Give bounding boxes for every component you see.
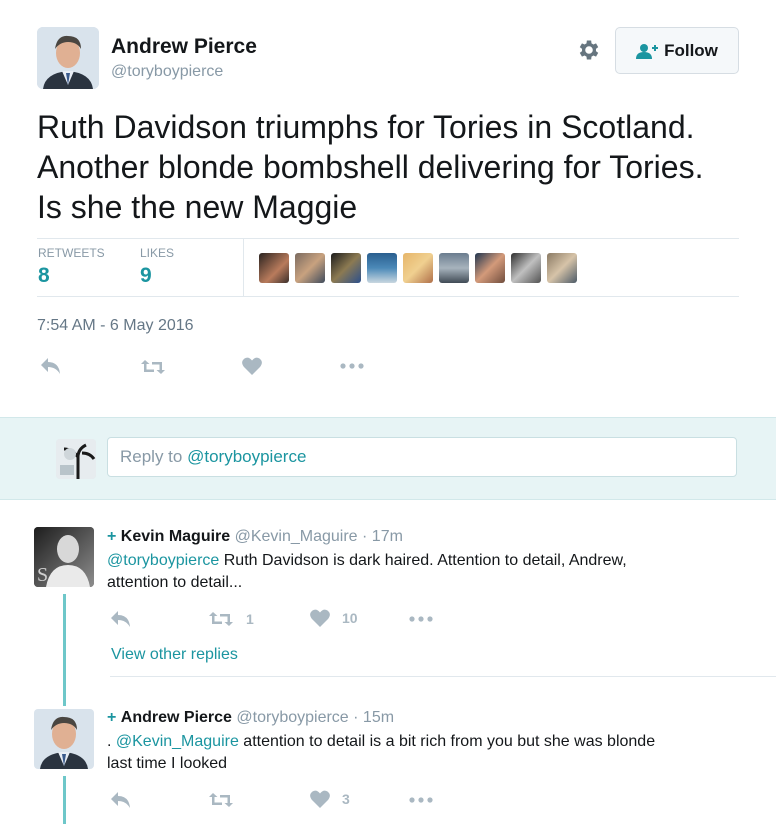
reply-author-name[interactable]: Andrew Pierce xyxy=(121,709,232,726)
liker-avatars xyxy=(259,253,577,283)
more-icon[interactable] xyxy=(409,797,433,803)
retweet-icon[interactable] xyxy=(208,791,234,809)
like-icon xyxy=(310,609,330,627)
like-action[interactable]: 3 xyxy=(310,790,350,808)
likes-count: 9 xyxy=(140,264,152,287)
likes-stat[interactable]: LIKES 9 xyxy=(140,246,174,288)
reply-icon[interactable] xyxy=(110,610,132,628)
reply-input-handle: @toryboypierce xyxy=(187,447,307,466)
reply-author-handle[interactable]: @Kevin_Maguire xyxy=(235,528,358,545)
more-icon[interactable] xyxy=(340,363,364,369)
author-name[interactable]: Andrew Pierce xyxy=(111,35,257,59)
reply-time[interactable]: · 17m xyxy=(362,528,403,545)
reply-header: + Kevin Maguire @Kevin_Maguire · 17m xyxy=(107,528,403,546)
reply-header: + Andrew Pierce @toryboypierce · 15m xyxy=(107,709,394,727)
liker-avatar[interactable] xyxy=(403,253,433,283)
reply-text: @toryboypierce Ruth Davidson is dark hai… xyxy=(107,550,627,594)
retweet-action[interactable]: 1 xyxy=(208,610,254,628)
reply-divider xyxy=(110,676,776,677)
author-avatar[interactable] xyxy=(37,27,99,89)
tweet-text: Ruth Davidson triumphs for Tories in Sco… xyxy=(37,107,703,227)
reply-text-1: attention to detail is a bit rich from y… xyxy=(238,733,656,750)
follow-button[interactable]: Follow xyxy=(615,27,739,74)
liker-avatar[interactable] xyxy=(331,253,361,283)
reply-author-handle[interactable]: @toryboypierce xyxy=(236,709,348,726)
author-handle[interactable]: @toryboypierce xyxy=(111,63,223,81)
like-count: 3 xyxy=(342,791,350,807)
reply-time[interactable]: · 15m xyxy=(353,709,394,726)
thread-line xyxy=(63,594,66,706)
liker-avatar[interactable] xyxy=(475,253,505,283)
stats-divider-top xyxy=(37,238,739,239)
like-count: 10 xyxy=(342,610,358,626)
tweet-text-line: Is she the new Maggie xyxy=(37,189,358,225)
tweet-text-line: Ruth Davidson triumphs for Tories in Sco… xyxy=(37,109,695,145)
tweet-text-line: Another blonde bombshell delivering for … xyxy=(37,149,704,185)
tweet-timestamp[interactable]: 7:54 AM - 6 May 2016 xyxy=(37,317,194,335)
more-icon[interactable] xyxy=(409,616,433,622)
retweets-stat[interactable]: RETWEETS 8 xyxy=(38,246,105,288)
follow-label: Follow xyxy=(664,40,718,60)
follow-plus-icon[interactable]: + xyxy=(107,528,116,545)
like-action[interactable]: 10 xyxy=(310,609,358,627)
like-icon[interactable] xyxy=(242,357,262,375)
stats-divider-bottom xyxy=(37,296,739,297)
retweet-count: 1 xyxy=(246,611,254,627)
liker-avatar[interactable] xyxy=(295,253,325,283)
liker-avatar[interactable] xyxy=(511,253,541,283)
add-user-icon xyxy=(636,43,659,59)
stats-divider-vertical xyxy=(243,239,244,296)
reply-mention[interactable]: @Kevin_Maguire xyxy=(116,733,239,750)
view-other-replies-link[interactable]: View other replies xyxy=(111,646,238,664)
reply-avatar-kevin[interactable]: S xyxy=(34,527,94,587)
reply-author-name[interactable]: Kevin Maguire xyxy=(121,528,230,545)
reply-input-prefix: Reply to xyxy=(120,447,188,466)
follow-plus-icon[interactable]: + xyxy=(107,709,116,726)
reply-text-2: attention to detail... xyxy=(107,574,243,591)
reply-avatar-andrew[interactable] xyxy=(34,709,94,769)
liker-avatar[interactable] xyxy=(439,253,469,283)
liker-avatar[interactable] xyxy=(547,253,577,283)
likes-label: LIKES xyxy=(140,246,175,260)
reply-icon[interactable] xyxy=(110,791,132,809)
current-user-avatar[interactable] xyxy=(56,439,96,479)
reply-input[interactable]: Reply to @toryboypierce xyxy=(107,437,737,477)
liker-avatar[interactable] xyxy=(259,253,289,283)
gear-icon[interactable] xyxy=(576,37,602,63)
reply-mention[interactable]: @toryboypierce xyxy=(107,552,219,569)
retweet-icon[interactable] xyxy=(140,358,166,376)
retweets-count: 8 xyxy=(38,264,50,287)
reply-text-2: last time I looked xyxy=(107,755,228,772)
reply-text-1: Ruth Davidson is dark haired. Attention … xyxy=(219,552,627,569)
svg-text:S: S xyxy=(37,564,48,586)
retweets-label: RETWEETS xyxy=(38,246,105,260)
reply-text: . @Kevin_Maguire attention to detail is … xyxy=(107,731,655,775)
reply-icon[interactable] xyxy=(40,357,62,375)
reply-prefix: . xyxy=(107,733,116,750)
thread-line xyxy=(63,776,66,824)
retweet-icon xyxy=(208,610,234,628)
liker-avatar[interactable] xyxy=(367,253,397,283)
like-icon xyxy=(310,790,330,808)
